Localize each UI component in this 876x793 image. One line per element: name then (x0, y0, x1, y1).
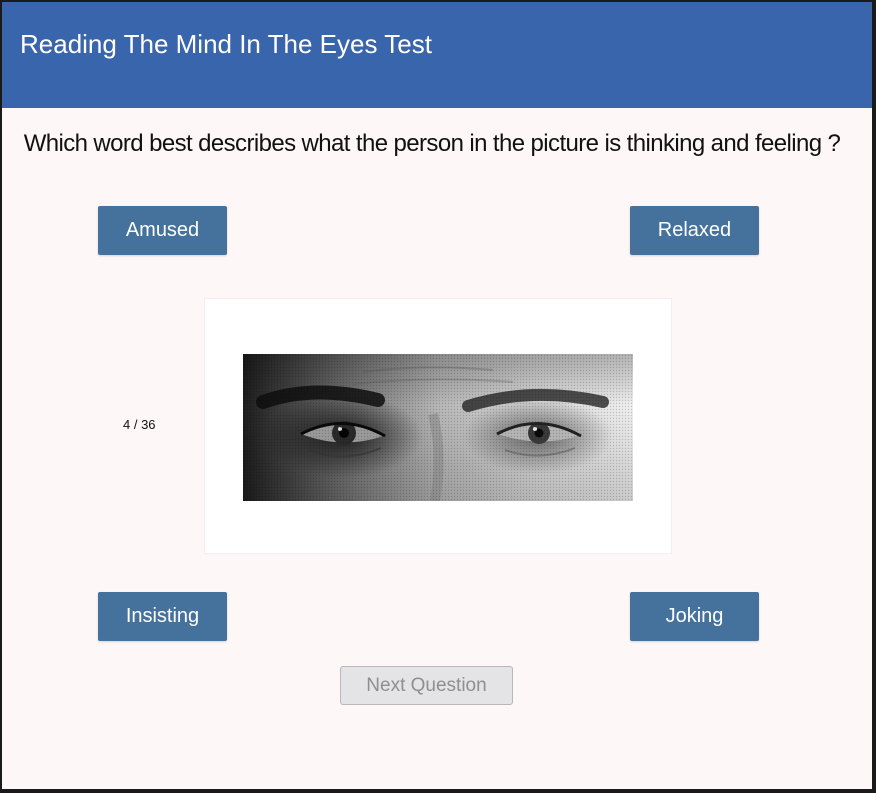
app-window: Reading The Mind In The Eyes Test Which … (2, 2, 872, 789)
answer-button-insisting[interactable]: Insisting (98, 592, 227, 641)
answer-button-joking[interactable]: Joking (630, 592, 759, 641)
next-question-button[interactable]: Next Question (340, 666, 513, 705)
eyes-photo-frame (204, 298, 672, 554)
eyes-photo (243, 354, 633, 501)
app-header: Reading The Mind In The Eyes Test (2, 2, 872, 108)
app-title: Reading The Mind In The Eyes Test (20, 29, 432, 59)
question-counter: 4 / 36 (123, 417, 156, 432)
answer-button-amused[interactable]: Amused (98, 206, 227, 255)
answer-button-relaxed[interactable]: Relaxed (630, 206, 759, 255)
question-text: Which word best describes what the perso… (23, 130, 841, 157)
